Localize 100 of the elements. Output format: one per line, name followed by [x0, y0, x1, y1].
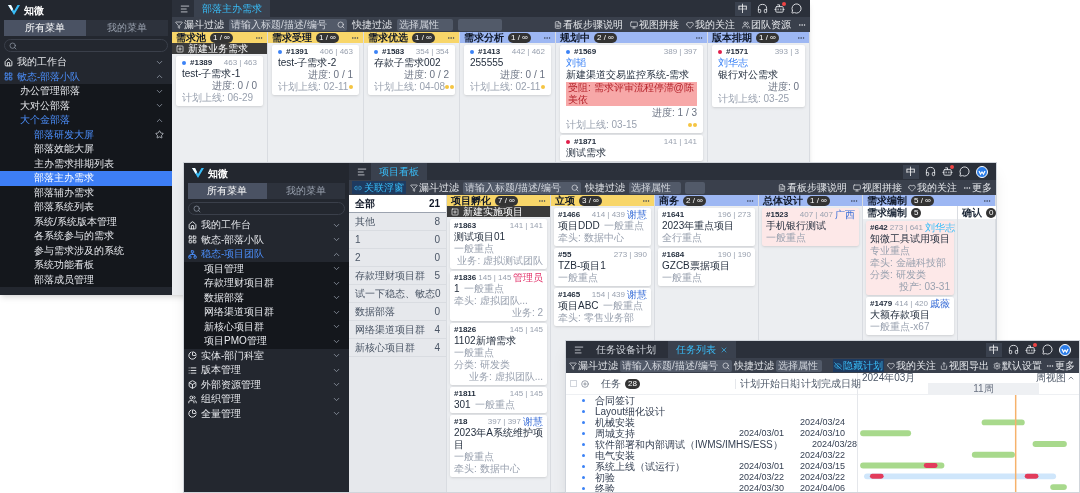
toolbar-button[interactable]: 默认设置 — [992, 359, 1043, 372]
star-icon[interactable] — [155, 130, 164, 140]
menu-item[interactable]: 部落效能大屏 — [0, 142, 172, 157]
menu-item[interactable]: 项目管理 — [184, 261, 349, 276]
menu-item[interactable]: 数据部落 — [184, 290, 349, 305]
toolbar-button[interactable]: 视图导出 — [939, 359, 990, 372]
page-tab[interactable]: 项目看板 — [371, 163, 427, 180]
toolbar-button[interactable]: 视图拼接 — [629, 18, 680, 31]
menu-item[interactable]: 外部资源管理 — [184, 377, 349, 392]
chat-icon[interactable] — [959, 166, 970, 177]
toolbar-button[interactable]: 隐藏计划 — [833, 359, 884, 372]
page-tab[interactable]: 任务设备计划 — [588, 341, 664, 358]
menu-item[interactable]: 部落主办需求 — [0, 171, 172, 186]
menu-item[interactable]: 组织管理 — [184, 392, 349, 407]
requirement-card[interactable]: #1571 393 | 3 刘华志 银行对公需求 进度: 0 计划上线: 03-25 — [712, 45, 805, 107]
toolbar-button[interactable]: 看板步骤说明 — [553, 18, 624, 31]
group-filter-item[interactable]: 1 0 — [349, 231, 446, 249]
language-button[interactable]: 中 — [986, 342, 1002, 357]
menu-item[interactable]: 参与需求涉及的系统 — [0, 243, 172, 258]
attribute-select[interactable]: 选择属性 — [629, 181, 681, 194]
menu-item[interactable]: 我的工作台 — [0, 55, 172, 70]
toolbar-button[interactable]: 我的关注 — [886, 359, 937, 372]
menu-icon[interactable] — [357, 166, 367, 177]
menu-icon[interactable] — [180, 3, 190, 14]
robot-icon[interactable] — [774, 3, 785, 14]
group-filter-item[interactable]: 试一下稳态、敏态0 — [349, 285, 446, 303]
task-name[interactable]: 合同签订 — [595, 395, 635, 406]
language-button[interactable]: 中 — [903, 164, 919, 179]
group-filter-item[interactable]: 网络渠道项目群 4 — [349, 321, 446, 339]
new-item-button[interactable]: 新建业务需求 — [172, 43, 267, 54]
group-filter-item[interactable]: 存款理财项目群 5 — [349, 267, 446, 285]
link-button[interactable]: 关联浮窗 — [352, 181, 406, 194]
page-tab[interactable]: 部落主办需求 — [194, 0, 270, 17]
task-name[interactable]: 初验 — [595, 472, 615, 483]
close-icon[interactable] — [720, 345, 728, 354]
menu-item[interactable]: 项目PMO管理 — [184, 334, 349, 349]
filter-button[interactable]: 漏斗过滤 — [569, 360, 618, 371]
group-filter-item[interactable]: 2 0 — [349, 249, 446, 267]
menu-item[interactable]: 系统功能看板 — [0, 258, 172, 273]
filter-button[interactable]: 漏斗过滤 — [175, 19, 224, 30]
robot-icon[interactable] — [1025, 344, 1036, 355]
menu-item[interactable]: 我的工作台 — [184, 218, 349, 233]
task-name[interactable]: 机械安装 — [595, 417, 635, 428]
attribute-select[interactable]: 选择属性 — [776, 359, 822, 372]
menu-item[interactable]: 办公管理部落 — [0, 84, 172, 99]
menu-item[interactable]: 部落系统列表 — [0, 200, 172, 215]
menu-item[interactable]: 网络渠道项目群 — [184, 305, 349, 320]
toolbar-button[interactable]: 我的关注 — [907, 181, 958, 194]
menu-item[interactable]: 各系统参与的需求 — [0, 229, 172, 244]
avatar[interactable] — [1059, 343, 1071, 356]
menu-tab[interactable]: 我的菜单 — [266, 183, 345, 199]
task-name[interactable]: 系统上线（试运行） — [595, 461, 685, 472]
menu-item[interactable]: 稳态-项目团队 — [184, 247, 349, 262]
search-icon[interactable] — [722, 361, 730, 370]
filter-button[interactable]: 漏斗过滤 — [410, 182, 459, 193]
menu-item[interactable]: 大对公部落 — [0, 98, 172, 113]
menu-item[interactable]: 部落辅办需求 — [0, 185, 172, 200]
project-card[interactable]: #1641 196 | 273 2023年重点项目 全行重点 — [658, 208, 755, 246]
search-icon[interactable] — [337, 20, 345, 29]
toolbar-button[interactable]: 更多 — [1045, 359, 1076, 372]
robot-icon[interactable] — [942, 166, 953, 177]
headset-icon[interactable] — [925, 166, 936, 177]
task-name[interactable]: 电气安装 — [595, 450, 635, 461]
menu-item[interactable]: 实体-部门科室 — [184, 348, 349, 363]
chat-icon[interactable] — [1042, 344, 1053, 355]
toolbar-button[interactable]: 看板步骤说明 — [777, 181, 848, 194]
menu-item[interactable]: 主办需求排期列表 — [0, 156, 172, 171]
new-item-button[interactable]: 新建实施项目 — [447, 206, 550, 217]
chat-icon[interactable] — [791, 3, 802, 14]
menu-item[interactable]: 敏态-部落小队 — [0, 69, 172, 84]
view-button[interactable]: 周视图 — [1036, 373, 1075, 383]
menu-tab[interactable]: 所有菜单 — [188, 183, 267, 199]
attribute-select[interactable]: 选择属性 — [397, 18, 453, 31]
filter-field[interactable] — [685, 181, 705, 194]
menu-item[interactable]: 部落成员管理 — [0, 272, 172, 287]
group-filter-item[interactable]: 全部 21 — [349, 195, 446, 213]
requirement-card[interactable]: #1391 406 | 463 test-子需求-2 进度: 0 / 1 计划上线: 02-11 — [272, 45, 359, 95]
requirement-card[interactable]: #1583 354 | 354 存款子需求002 进度: 0 / 2 计划上线: 04-08 — [368, 45, 455, 95]
language-button[interactable]: 中 — [735, 1, 751, 16]
avatar[interactable] — [976, 165, 988, 178]
search-field[interactable]: 请输入标题/描述/编号 — [620, 359, 732, 372]
toolbar-button[interactable]: 团队资源 — [741, 18, 792, 31]
task-name[interactable]: 终验 — [595, 483, 615, 492]
menu-item[interactable]: 部落研发大屏 — [0, 127, 172, 142]
menu-item[interactable]: 大个金部落 — [0, 113, 172, 128]
headset-icon[interactable] — [757, 3, 768, 14]
filter-field[interactable] — [458, 18, 502, 31]
toolbar-button[interactable]: 我的关注 — [685, 18, 736, 31]
add-icon[interactable] — [581, 379, 589, 388]
toolbar-button[interactable]: 视图拼接 — [852, 181, 903, 194]
search-field[interactable]: 请输入标题/描述/编号 — [229, 18, 347, 31]
project-card[interactable]: #642 273 | 641 刘华志 知微工具试用项目 专业重点 牵头: 金融科技部 分类: 研发类 投产: 03-31 — [866, 221, 954, 295]
headset-icon[interactable] — [1008, 344, 1019, 355]
menu-item[interactable]: 敏态-部落小队 — [184, 232, 349, 247]
menu-tab[interactable]: 我的菜单 — [86, 20, 168, 36]
search-field[interactable]: 请输入标题/描述/编号 — [463, 181, 581, 194]
menu-icon[interactable] — [574, 344, 584, 355]
menu-item[interactable]: 全量管理 — [184, 406, 349, 421]
requirement-card[interactable]: #1871 141 | 141 测试需求 — [560, 135, 703, 161]
group-filter-item[interactable]: 其他 8 — [349, 213, 446, 231]
